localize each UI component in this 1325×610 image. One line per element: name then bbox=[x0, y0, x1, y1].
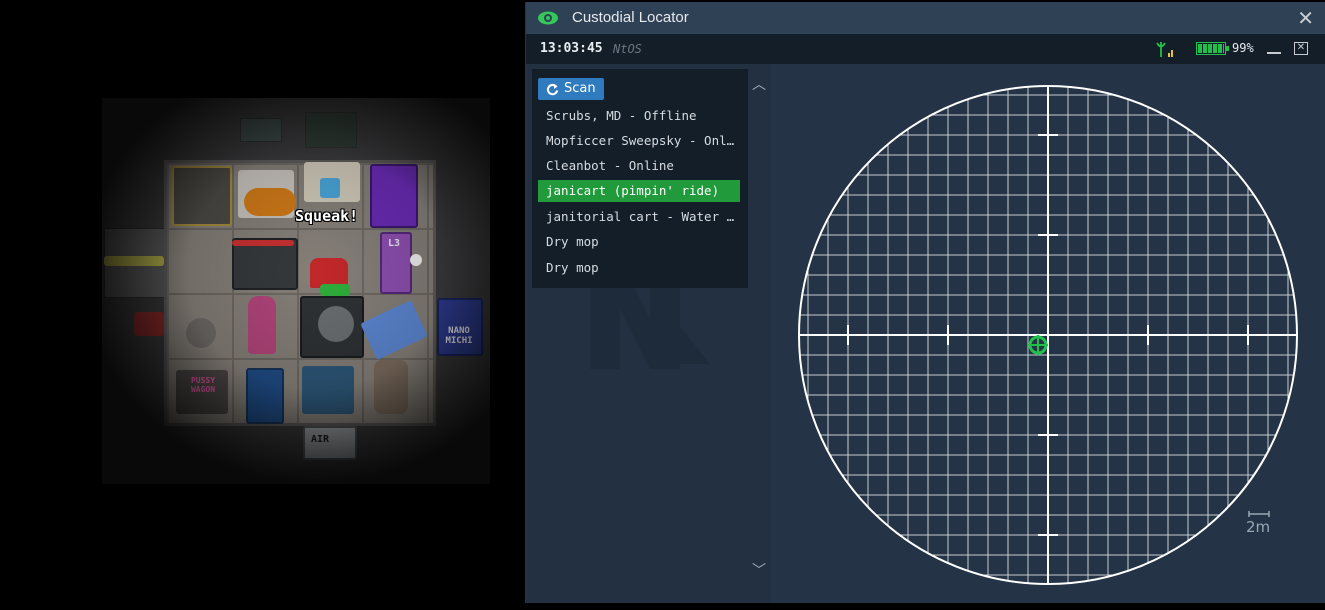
wall-machine bbox=[240, 118, 282, 142]
list-item[interactable]: janitorial cart - Water level: 0% bbox=[538, 206, 740, 228]
target-marker[interactable] bbox=[1028, 335, 1048, 355]
close-icon[interactable]: ✕ bbox=[1297, 6, 1314, 30]
nanotrasen-logo bbox=[590, 279, 710, 369]
status-bar: 13:03:45 NtOS 99% ✕ bbox=[526, 34, 1325, 64]
window-body: Scan Scrubs, MD - Offline Mopficcer Swee… bbox=[526, 64, 1325, 603]
janitor-vendor[interactable] bbox=[370, 164, 418, 228]
chevron-up-icon[interactable]: ︿ bbox=[752, 74, 766, 94]
minimize-icon[interactable] bbox=[1267, 52, 1281, 54]
wall-console bbox=[305, 112, 357, 148]
refresh-icon bbox=[546, 83, 559, 95]
air-sign: AIR bbox=[310, 434, 330, 445]
custodial-locator-window: Custodial Locator ✕ 13:03:45 NtOS 99% ✕ bbox=[525, 2, 1325, 603]
game-viewport[interactable]: L3 NANO MICHI PUSSY WAGON AIR Squeak! bbox=[0, 0, 525, 610]
locker-label: L3 bbox=[387, 238, 401, 249]
orange-gloves[interactable] bbox=[244, 188, 296, 216]
list-item[interactable]: Dry mop bbox=[538, 231, 740, 253]
scan-label: Scan bbox=[564, 81, 596, 96]
list-item[interactable]: Scrubs, MD - Offline bbox=[538, 105, 740, 127]
list-item[interactable]: Mopficcer Sweepsky - Online bbox=[538, 130, 740, 152]
door-stripe bbox=[104, 256, 164, 266]
list-item[interactable]: Cleanbot - Online bbox=[538, 155, 740, 177]
chevron-down-icon[interactable]: ﹀ bbox=[752, 560, 766, 580]
fire-alarm[interactable] bbox=[134, 312, 164, 336]
battery-percent: 99% bbox=[1232, 41, 1254, 55]
nanomichi-label: NANO MICHI bbox=[445, 326, 473, 346]
water-tank[interactable] bbox=[246, 368, 284, 424]
green-plant bbox=[320, 284, 350, 296]
eye-icon bbox=[538, 11, 558, 25]
spray-bottle[interactable] bbox=[320, 178, 340, 198]
tracker-list-pane: Scan Scrubs, MD - Offline Mopficcer Swee… bbox=[526, 64, 771, 603]
window-titlebar[interactable]: Custodial Locator ✕ bbox=[526, 2, 1325, 34]
light-fixture bbox=[410, 254, 422, 266]
list-item-selected[interactable]: janicart (pimpin' ride) bbox=[538, 180, 740, 202]
buffer-wheel bbox=[318, 306, 354, 342]
janitor-player[interactable] bbox=[248, 296, 276, 354]
water-cooler[interactable] bbox=[302, 366, 354, 414]
tracker-list: Scan Scrubs, MD - Offline Mopficcer Swee… bbox=[532, 69, 748, 288]
scale-bar: 2m bbox=[1246, 511, 1270, 536]
disposal-unit[interactable] bbox=[172, 166, 232, 226]
battery-nub bbox=[1226, 46, 1229, 51]
floor-drain bbox=[186, 318, 216, 348]
poster-text: PUSSY WAGON bbox=[190, 376, 216, 394]
scrollbar[interactable] bbox=[754, 94, 764, 556]
radar-display[interactable]: 2m bbox=[772, 64, 1325, 603]
speech-bubble: Squeak! bbox=[295, 207, 359, 225]
list-item[interactable]: Dry mop bbox=[538, 257, 740, 279]
trash-bin[interactable] bbox=[374, 360, 408, 414]
maximize-icon[interactable]: ✕ bbox=[1294, 42, 1308, 55]
signal-icon bbox=[1156, 42, 1173, 57]
window-title: Custodial Locator bbox=[572, 9, 689, 26]
battery-icon bbox=[1196, 42, 1226, 55]
battery-fill bbox=[1198, 44, 1224, 53]
clock: 13:03:45 bbox=[540, 41, 603, 56]
os-name: NtOS bbox=[613, 42, 642, 56]
scale-label: 2m bbox=[1246, 518, 1270, 536]
scan-button[interactable]: Scan bbox=[538, 78, 604, 100]
cart-trim bbox=[232, 240, 294, 246]
radar-area: 2m bbox=[772, 64, 1325, 603]
